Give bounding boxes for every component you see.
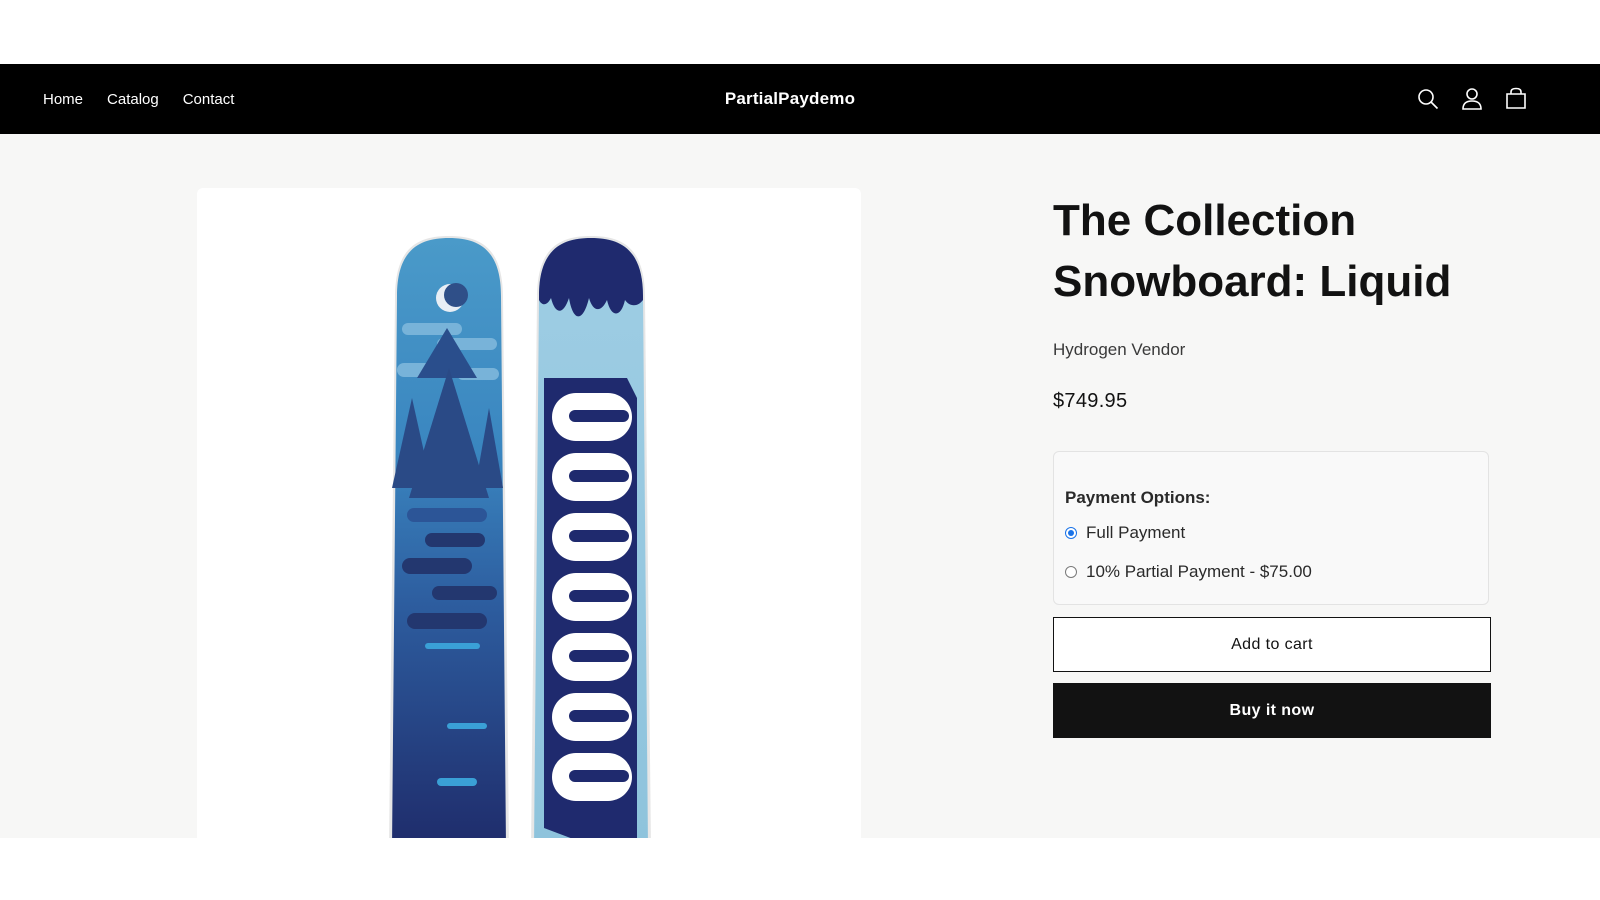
product-title: The Collection Snowboard: Liquid [1053, 196, 1452, 306]
payment-options-box: Payment Options: Full Payment 10% Partia… [1053, 451, 1489, 605]
header-icons [1416, 64, 1528, 134]
cart-icon[interactable] [1504, 87, 1528, 111]
product-info: The Collection Snowboard: Liquid Hydroge… [1053, 190, 1493, 738]
account-icon[interactable] [1460, 87, 1484, 111]
snowboard-base-graphic [531, 236, 651, 838]
buy-now-button[interactable]: Buy it now [1053, 683, 1491, 738]
site-header: Home Catalog Contact PartialPaydemo [0, 64, 1600, 134]
payment-options-title: Payment Options: [1065, 488, 1211, 507]
snowboard-top-graphic [389, 236, 509, 838]
snowboard-illustration [389, 236, 651, 838]
partial-payment-radio[interactable] [1065, 566, 1077, 578]
partial-payment-label: 10% Partial Payment - $75.00 [1086, 562, 1312, 581]
partial-payment-option[interactable]: 10% Partial Payment - $75.00 [1065, 561, 1478, 583]
full-payment-label: Full Payment [1086, 523, 1186, 542]
product-image[interactable] [197, 188, 861, 838]
product-section: The Collection Snowboard: Liquid Hydroge… [0, 134, 1600, 838]
search-icon[interactable] [1416, 87, 1440, 111]
add-to-cart-button[interactable]: Add to cart [1053, 617, 1491, 672]
product-price: $749.95 [1053, 390, 1128, 412]
full-payment-radio[interactable] [1065, 527, 1077, 539]
product-vendor: Hydrogen Vendor [1053, 340, 1186, 359]
full-payment-option[interactable]: Full Payment [1065, 522, 1478, 544]
page: Home Catalog Contact PartialPaydemo The … [0, 0, 1600, 900]
store-logo[interactable]: PartialPaydemo [0, 64, 1580, 134]
